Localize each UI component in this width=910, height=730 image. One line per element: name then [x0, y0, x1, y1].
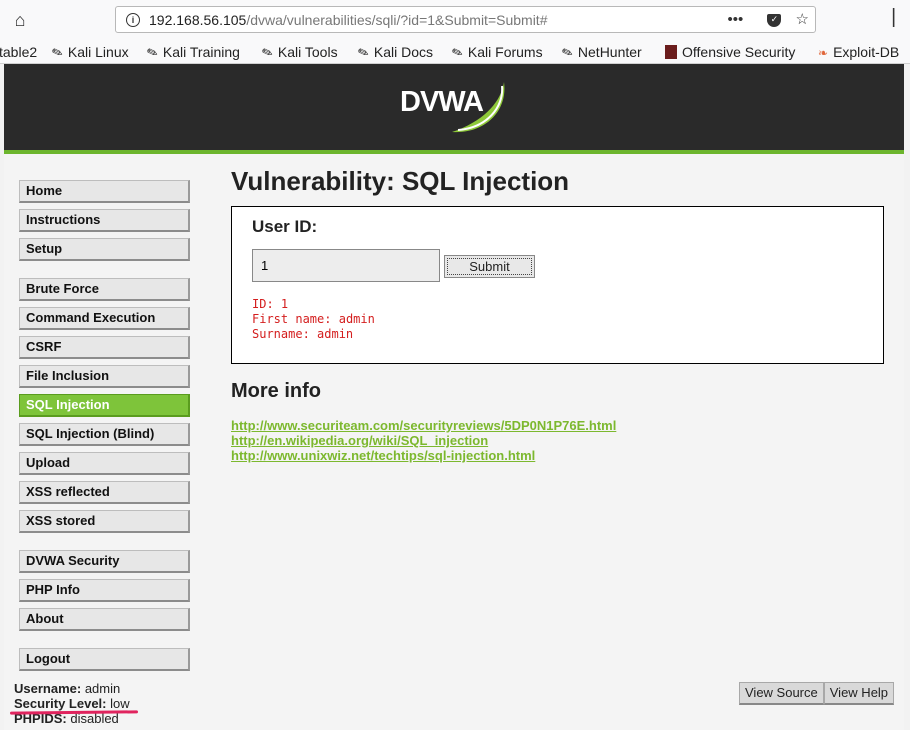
bookmark-label: NetHunter	[577, 44, 642, 60]
kali-dragon-icon: ✎	[449, 43, 465, 62]
kali-dragon-icon: ✎	[144, 43, 160, 62]
bookmark-label: table2	[0, 44, 38, 60]
bookmark-item[interactable]: ✎ Kali Docs	[355, 42, 434, 62]
bookmark-item[interactable]: ✎ NetHunter	[559, 42, 642, 62]
home-icon[interactable]: ⌂	[9, 10, 31, 30]
bookmark-item[interactable]: ✎ Kali Tools	[259, 42, 338, 62]
url-path: /dvwa/vulnerabilities/sqli/?id=1&Submit=…	[246, 12, 548, 28]
security-level-label: Security Level:	[14, 696, 107, 711]
username-value: admin	[84, 681, 121, 696]
offsec-icon	[665, 45, 677, 59]
main-menu: Home Instructions Setup Brute Force Comm…	[19, 180, 190, 688]
result-id-value: 1	[280, 297, 289, 311]
info-icon[interactable]: i	[126, 13, 140, 27]
menu-item-csrf[interactable]: CSRF	[19, 336, 190, 359]
security-level-info: Security Level: low	[14, 696, 130, 711]
more-info-heading: More info	[231, 380, 321, 402]
menu-item-about[interactable]: About	[19, 608, 190, 631]
menu-item-php-info[interactable]: PHP Info	[19, 579, 190, 602]
bookmark-item[interactable]: ✎ Kali Training	[144, 42, 240, 62]
sidebar-toggle-icon[interactable]: ▏	[893, 8, 905, 28]
security-level-value: low	[110, 696, 130, 711]
user-id-label: User ID:	[252, 217, 318, 236]
menu-item-command-execution[interactable]: Command Execution	[19, 307, 190, 330]
menu-item-upload[interactable]: Upload	[19, 452, 190, 475]
menu-block: Logout	[19, 648, 190, 671]
menu-item-dvwa-security[interactable]: DVWA Security	[19, 550, 190, 573]
session-info: Username: admin Security Level: low PHPI…	[14, 681, 130, 726]
view-source-button[interactable]: View Source	[739, 682, 824, 705]
kali-dragon-icon: ✎	[559, 43, 575, 62]
bookmark-item[interactable]: table2	[0, 42, 37, 62]
user-id-input[interactable]	[252, 249, 440, 282]
result-first-name-label: First name:	[252, 312, 332, 326]
menu-item-setup[interactable]: Setup	[19, 238, 190, 261]
menu-item-brute-force[interactable]: Brute Force	[19, 278, 190, 301]
page-actions-icon[interactable]: •••	[727, 11, 743, 28]
menu-item-sql-injection-blind[interactable]: SQL Injection (Blind)	[19, 423, 190, 446]
bookmark-label: Kali Training	[162, 44, 240, 60]
menu-block: Brute Force Command Execution CSRF File …	[19, 278, 190, 533]
sqli-form-box: User ID: Submit ID: 1 First name: admin …	[231, 206, 884, 364]
menu-block: Home Instructions Setup	[19, 180, 190, 261]
result-surname: Surname: admin	[252, 327, 375, 342]
dvwa-page: DVWA Home Instructions Setup Brute Force…	[4, 64, 904, 730]
bookmark-label: Kali Linux	[67, 44, 129, 60]
bookmark-label: Exploit-DB	[833, 44, 900, 60]
url-host: 192.168.56.105	[149, 12, 247, 28]
page-title: Vulnerability: SQL Injection	[231, 166, 570, 196]
result-id: ID: 1	[252, 297, 375, 312]
link-unixwiz[interactable]: http://www.unixwiz.net/techtips/sql-inje…	[231, 448, 616, 463]
result-first-name-value: admin	[338, 312, 375, 326]
bookmark-item[interactable]: ✎ Kali Linux	[49, 42, 129, 62]
kali-dragon-icon: ✎	[355, 43, 371, 62]
bookmark-item[interactable]: ✎ Kali Forums	[449, 42, 543, 62]
exploitdb-icon: ❧	[818, 46, 829, 60]
link-wikipedia[interactable]: http://en.wikipedia.org/wiki/SQL_injecti…	[231, 433, 616, 448]
menu-item-logout[interactable]: Logout	[19, 648, 190, 671]
link-securiteam[interactable]: http://www.securiteam.com/securityreview…	[231, 418, 616, 433]
url-text[interactable]: 192.168.56.105/dvwa/vulnerabilities/sqli…	[149, 12, 548, 28]
dvwa-logo[interactable]: DVWA	[400, 86, 510, 136]
url-actions: ••• ✓ ☆	[717, 10, 809, 30]
bookmark-label: Kali Forums	[467, 44, 543, 60]
bookmark-star-icon[interactable]: ☆	[796, 10, 809, 28]
url-bar[interactable]: i 192.168.56.105/dvwa/vulnerabilities/sq…	[115, 6, 816, 33]
menu-item-xss-reflected[interactable]: XSS reflected	[19, 481, 190, 504]
page-header: DVWA	[4, 64, 904, 154]
username-info: Username: admin	[14, 681, 130, 696]
result-surname-label: Surname:	[252, 327, 310, 341]
bookmark-label: Kali Tools	[277, 44, 338, 60]
menu-item-instructions[interactable]: Instructions	[19, 209, 190, 232]
view-help-button[interactable]: View Help	[823, 682, 895, 705]
menu-block: DVWA Security PHP Info About	[19, 550, 190, 631]
browser-toolbar: ⌂ i 192.168.56.105/dvwa/vulnerabilities/…	[0, 0, 910, 40]
result-surname-value: admin	[317, 327, 354, 341]
kali-dragon-icon: ✎	[259, 43, 275, 62]
menu-item-file-inclusion[interactable]: File Inclusion	[19, 365, 190, 388]
more-info-links: http://www.securiteam.com/securityreview…	[231, 418, 616, 463]
bookmark-label: Offensive Security	[682, 44, 796, 60]
footer-buttons: View Source View Help	[739, 682, 895, 705]
menu-item-xss-stored[interactable]: XSS stored	[19, 510, 190, 533]
bookmarks-bar: table2 ✎ Kali Linux ✎ Kali Training ✎ Kali …	[0, 40, 910, 64]
query-result: ID: 1 First name: admin Surname: admin	[252, 297, 375, 342]
bookmark-label: Kali Docs	[373, 44, 434, 60]
bookmark-item[interactable]: Offensive Security	[665, 42, 795, 62]
result-id-label: ID:	[252, 297, 274, 311]
kali-dragon-icon: ✎	[49, 43, 65, 62]
submit-button[interactable]: Submit	[444, 255, 535, 278]
menu-item-sql-injection[interactable]: SQL Injection	[19, 394, 190, 417]
menu-item-home[interactable]: Home	[19, 180, 190, 203]
pocket-icon[interactable]: ✓	[757, 11, 782, 28]
result-first-name: First name: admin	[252, 312, 375, 327]
username-label: Username:	[14, 681, 82, 696]
bookmark-item[interactable]: ❧ Exploit-DB	[818, 42, 899, 62]
